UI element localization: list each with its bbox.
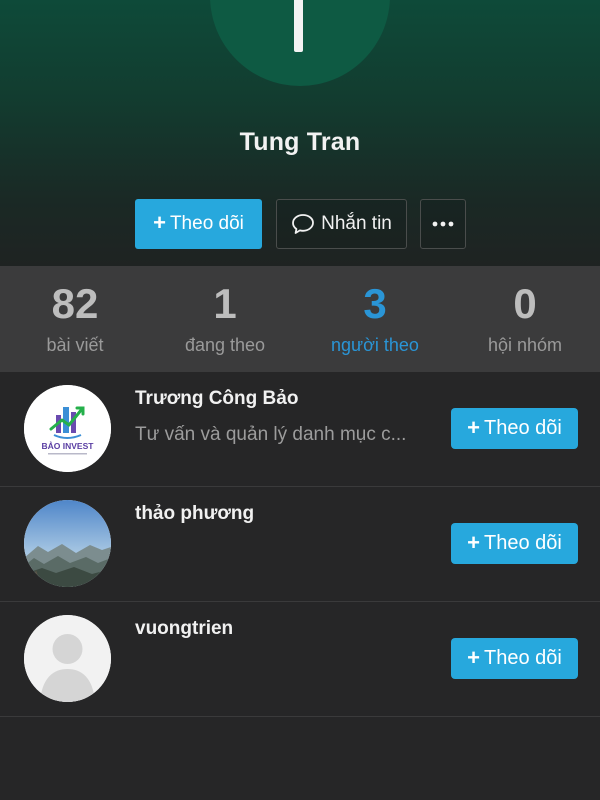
profile-avatar[interactable] <box>210 0 390 86</box>
bao-invest-logo-icon: BẢO INVEST <box>24 385 111 472</box>
chat-bubble-icon <box>292 214 315 234</box>
plus-icon: + <box>467 529 480 555</box>
plus-icon: + <box>467 644 480 670</box>
plus-icon: + <box>153 210 166 235</box>
stat-following-label: đang theo <box>184 335 266 355</box>
stat-posts[interactable]: 82 bài viết <box>0 266 150 372</box>
stat-posts-count: 82 <box>51 280 99 327</box>
default-person-icon <box>24 615 111 702</box>
ellipsis-icon <box>432 221 454 227</box>
plus-icon: + <box>467 414 480 440</box>
follow-user-button[interactable]: + Theo dõi <box>451 408 578 449</box>
follow-user-label: Theo dõi <box>484 532 562 554</box>
follower-name[interactable]: vuongtrien <box>135 618 233 640</box>
profile-header: Tung Tran + Theo dõi Nhắn tin <box>0 0 600 266</box>
message-button-label: Nhắn tin <box>321 213 392 234</box>
follower-name[interactable]: thảo phương <box>135 503 254 525</box>
follower-name[interactable]: Trương Công Bảo <box>135 388 298 410</box>
follow-user-button[interactable]: + Theo dõi <box>451 523 578 564</box>
stat-following[interactable]: 1 đang theo <box>150 266 300 372</box>
profile-name: Tung Tran <box>239 128 361 156</box>
follow-button-label: Theo dõi <box>169 213 244 234</box>
stat-groups[interactable]: 0 hội nhóm <box>450 266 600 372</box>
follower-bio: Tư vấn và quản lý danh mục c... <box>135 424 407 445</box>
avatar[interactable]: BẢO INVEST <box>24 385 111 472</box>
list-item[interactable]: BẢO INVEST Trương Công Bảo Tư vấn và quả… <box>0 372 600 487</box>
avatar[interactable] <box>24 500 111 587</box>
follow-button[interactable]: + Theo dõi <box>135 199 262 249</box>
avatar-letter-icon <box>294 0 303 52</box>
avatar[interactable] <box>24 615 111 702</box>
landscape-photo-icon <box>24 500 111 587</box>
svg-text:BẢO INVEST: BẢO INVEST <box>42 440 95 451</box>
stat-followers-label: người theo <box>331 335 419 355</box>
list-item[interactable]: vuongtrien + Theo dõi <box>0 602 600 717</box>
more-options-button[interactable] <box>420 199 466 249</box>
list-item[interactable]: thảo phương + Theo dõi <box>0 487 600 602</box>
stat-posts-label: bài viết <box>46 335 104 355</box>
stat-followers-count: 3 <box>363 280 387 327</box>
follow-user-button[interactable]: + Theo dõi <box>451 638 578 679</box>
message-button[interactable]: Nhắn tin <box>276 199 407 249</box>
stat-groups-count: 0 <box>513 280 537 327</box>
stat-followers[interactable]: 3 người theo <box>300 266 450 372</box>
follow-user-label: Theo dõi <box>484 647 562 669</box>
stat-following-count: 1 <box>213 280 237 327</box>
stat-groups-label: hội nhóm <box>487 335 563 355</box>
profile-stats: 82 bài viết 1 đang theo 3 người theo 0 h… <box>0 266 600 372</box>
followers-list: BẢO INVEST Trương Công Bảo Tư vấn và quả… <box>0 372 600 717</box>
follow-user-label: Theo dõi <box>484 417 562 439</box>
